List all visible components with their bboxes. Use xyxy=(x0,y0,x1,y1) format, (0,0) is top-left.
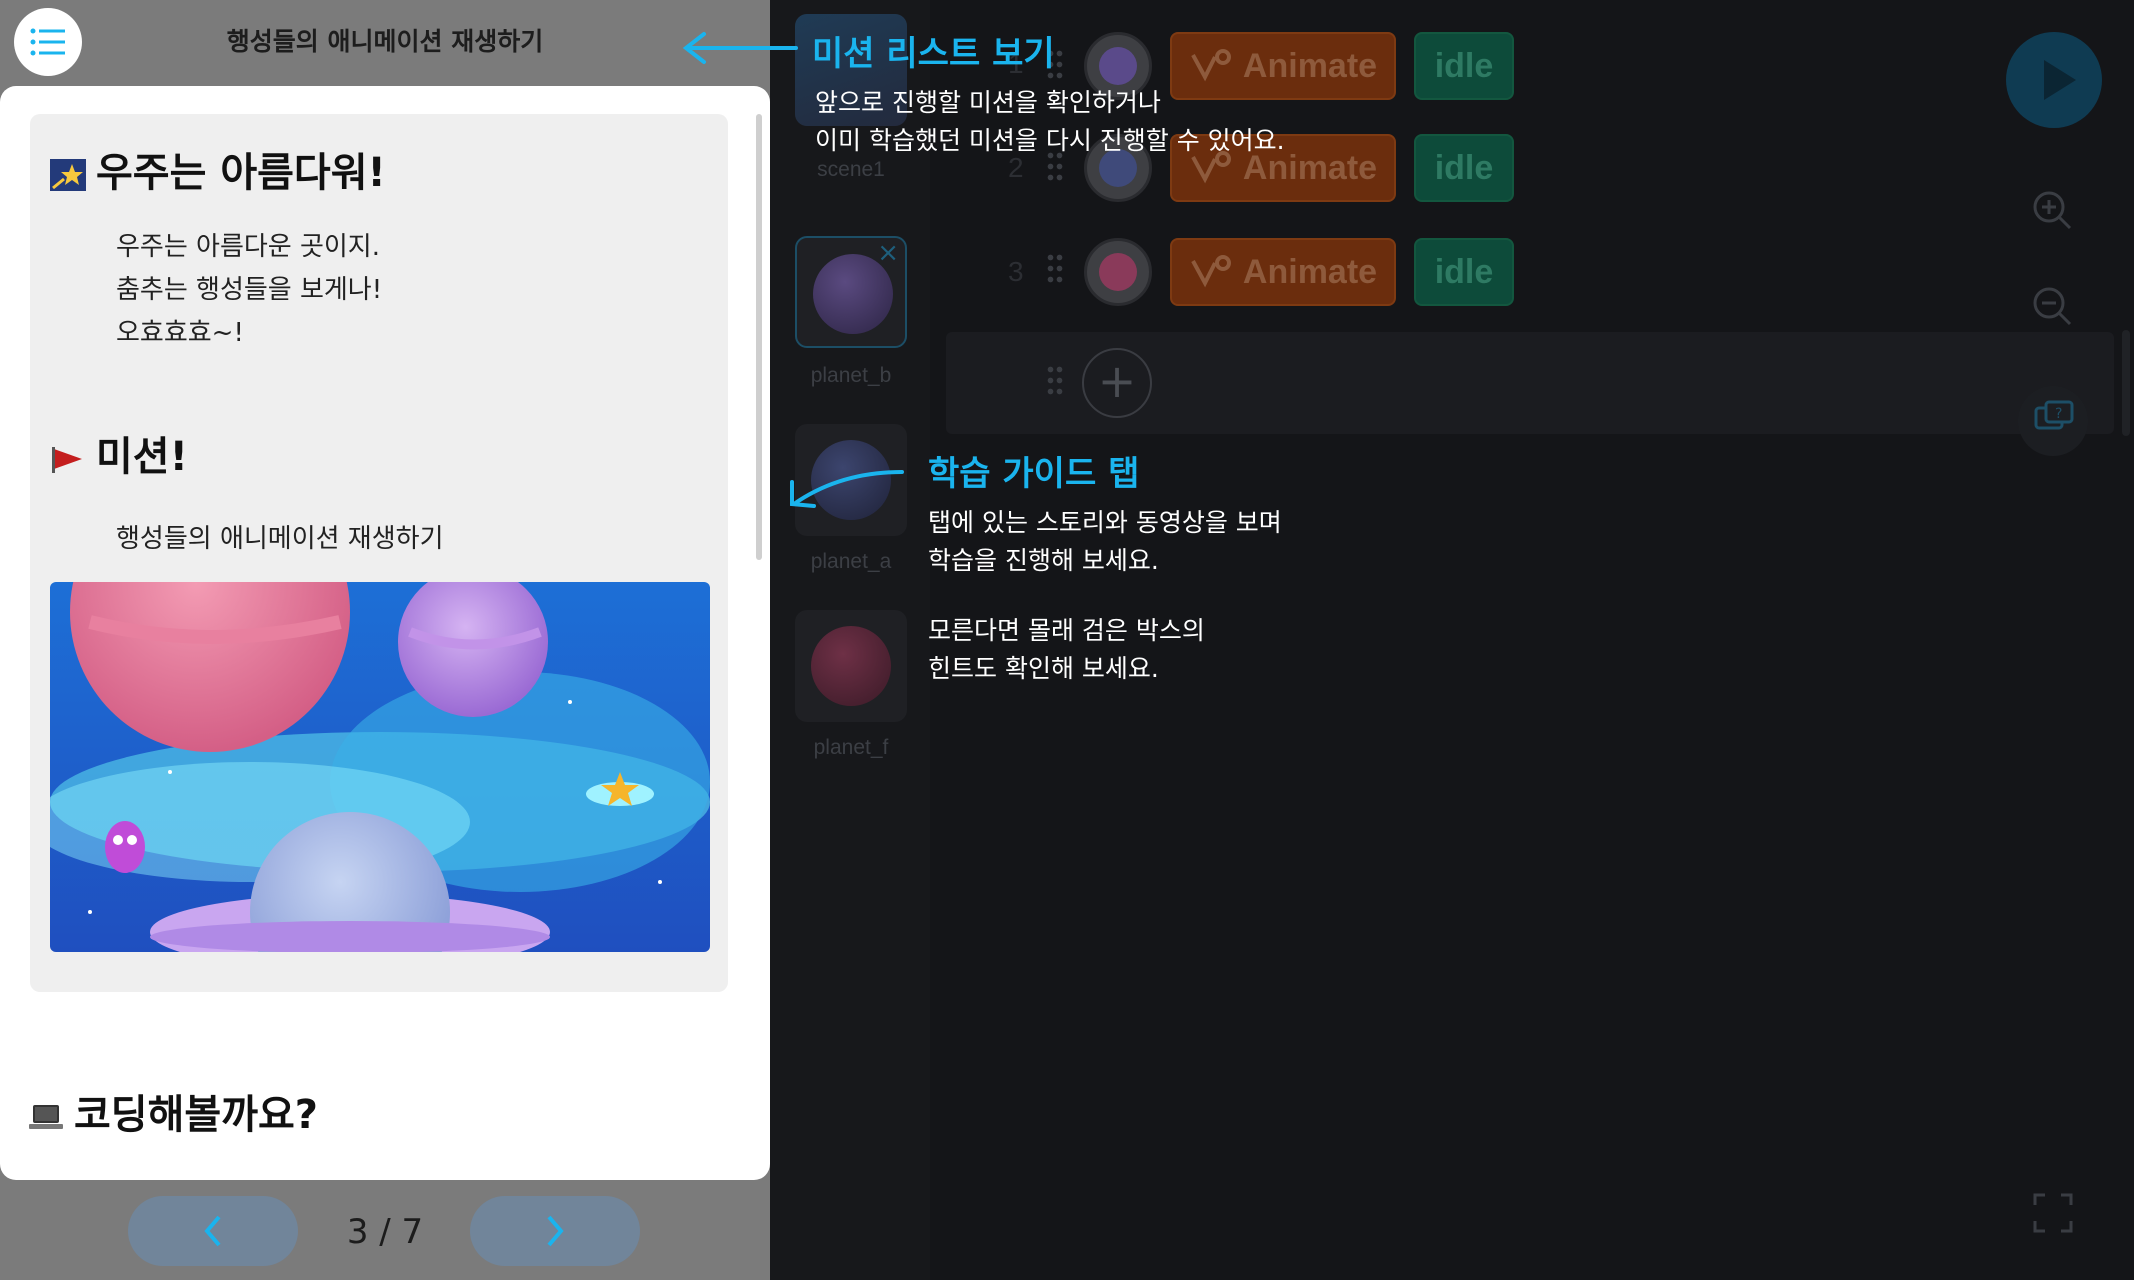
planet-f-thumbnail xyxy=(811,626,891,706)
fullscreen-icon[interactable] xyxy=(2032,1192,2074,1234)
callout-line: 이미 학습했던 미션을 다시 진행할 수 있어요. xyxy=(815,126,1285,155)
animate-icon xyxy=(1191,49,1231,82)
coding-heading: 코딩해볼까요? xyxy=(28,1082,318,1140)
sprite-label-planet-f: planet_f xyxy=(813,736,889,759)
drag-handle-icon[interactable] xyxy=(1046,252,1064,286)
mission-list-callout-title: 미션 리스트 보기 xyxy=(812,34,1055,74)
callout-line: 모른다면 몰래 검은 박스의 xyxy=(928,616,1205,645)
mission-list-callout-text: 앞으로 진행할 미션을 확인하거나 이미 학습했던 미션을 다시 진행할 수 있… xyxy=(815,84,1285,160)
next-page-button[interactable] xyxy=(470,1196,640,1266)
svg-text:?: ? xyxy=(2055,406,2062,422)
zoom-in-icon[interactable] xyxy=(2030,188,2074,232)
laptop-icon xyxy=(29,1105,63,1129)
add-block-button[interactable]: + xyxy=(1082,348,1152,418)
arrow-left-icon xyxy=(682,32,798,64)
guide-card: 우주는 아름다워! 우주는 아름다운 곳이지. 춤추는 행성들을 보게나! 오효… xyxy=(0,86,770,1180)
sprite-label-scene1: scene1 xyxy=(817,158,885,181)
hint-chat-icon: ? xyxy=(2034,400,2074,430)
hint-button[interactable]: ? xyxy=(2018,386,2088,456)
callout-line: 힌트도 확인해 보세요. xyxy=(928,654,1159,683)
state-dropdown[interactable]: idle xyxy=(1414,238,1514,306)
story-heading-text: 우주는 아름다워! xyxy=(96,150,386,196)
callout-line: 앞으로 진행할 미션을 확인하거나 xyxy=(815,88,1161,117)
story-heading: 우주는 아름다워! xyxy=(50,140,386,198)
space-illustration xyxy=(50,582,710,952)
state-dropdown[interactable]: idle xyxy=(1414,32,1514,100)
animate-label: Animate xyxy=(1242,252,1378,291)
hint-callout-text: 모른다면 몰래 검은 박스의 힌트도 확인해 보세요. xyxy=(928,612,1205,688)
page-indicator: 3 / 7 xyxy=(346,1212,424,1252)
animate-label: Animate xyxy=(1242,46,1378,85)
mission-list-button[interactable] xyxy=(14,8,82,76)
mission-heading: 미션! xyxy=(50,424,188,482)
sprite-label-planet-b: planet_b xyxy=(810,364,892,387)
row-sprite-thumbnail xyxy=(1084,238,1152,306)
drag-handle-icon[interactable] xyxy=(1046,364,1064,398)
list-icon xyxy=(30,28,65,56)
state-dropdown[interactable]: idle xyxy=(1414,134,1514,202)
mission-heading-text: 미션! xyxy=(96,434,188,480)
guide-scrollbar[interactable] xyxy=(756,114,762,560)
guide-tab-callout-text: 탭에 있는 스토리와 동영상을 보며 학습을 진행해 보세요. xyxy=(928,504,1282,580)
prev-page-button[interactable] xyxy=(128,1196,298,1266)
code-scrollbar[interactable] xyxy=(2122,330,2130,436)
animate-block[interactable]: Animate xyxy=(1170,238,1396,306)
close-icon[interactable]: × xyxy=(877,240,899,266)
mission-description: 행성들의 애니메이션 재생하기 xyxy=(116,524,444,554)
story-text: 우주는 아름다운 곳이지. 춤추는 행성들을 보게나! 오효효효~! xyxy=(116,226,382,355)
mission-title: 행성들의 애니메이션 재생하기 xyxy=(226,27,544,56)
animate-icon xyxy=(1191,255,1231,288)
zoom-out-icon[interactable] xyxy=(2030,284,2074,328)
guide-tab-callout-title: 학습 가이드 탭 xyxy=(928,454,1140,494)
story-line: 춤추는 행성들을 보게나! xyxy=(116,275,383,305)
chevron-right-icon xyxy=(547,1215,564,1247)
story-box: 우주는 아름다워! 우주는 아름다운 곳이지. 춤추는 행성들을 보게나! 오효… xyxy=(30,114,728,992)
play-icon xyxy=(2044,60,2076,100)
callout-line: 학습을 진행해 보세요. xyxy=(928,546,1159,575)
red-flag-icon xyxy=(52,447,82,473)
chevron-left-icon xyxy=(204,1215,221,1247)
run-button[interactable] xyxy=(2006,32,2102,128)
sprite-tile-planet-b[interactable]: × xyxy=(795,236,907,348)
sprite-label-planet-a: planet_a xyxy=(810,550,892,573)
sprite-tile-planet-f[interactable] xyxy=(795,610,907,722)
coding-heading-text: 코딩해볼까요? xyxy=(74,1092,319,1138)
story-line: 오효효효~! xyxy=(116,318,244,348)
arrow-down-left-icon xyxy=(790,470,904,508)
shooting-star-icon xyxy=(50,159,86,191)
story-line: 우주는 아름다운 곳이지. xyxy=(116,232,380,262)
row-number: 3 xyxy=(1008,256,1024,287)
callout-line: 탭에 있는 스토리와 동영상을 보며 xyxy=(928,508,1282,537)
